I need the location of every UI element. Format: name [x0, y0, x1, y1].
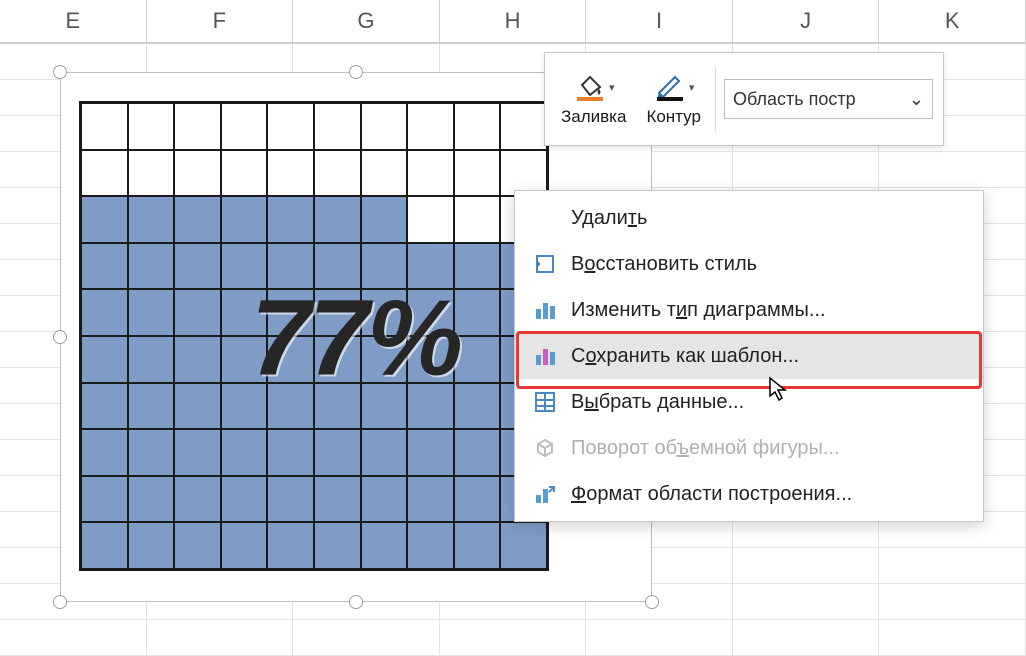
- blank-icon: [533, 206, 557, 230]
- menu-label: Удалить: [571, 207, 647, 230]
- area-label: Область постр: [733, 89, 856, 110]
- chart-area-select[interactable]: Область постр ⌄: [724, 79, 933, 119]
- save-template-icon: [533, 344, 557, 368]
- menu-save-template[interactable]: Сохранить как шаблон...: [515, 333, 983, 379]
- chart-type-icon: [533, 298, 557, 322]
- menu-label: Изменить тип диаграммы...: [571, 299, 826, 322]
- mini-toolbar: ▾ Заливка ▾ Контур Область постр ⌄: [544, 52, 944, 146]
- menu-label: Формат области построения...: [571, 483, 852, 506]
- context-menu: Удалить Восстановить стиль Изменить тип …: [514, 190, 984, 522]
- pen-icon: [653, 73, 687, 101]
- col-header[interactable]: K: [879, 0, 1026, 42]
- menu-3d-rotation: Поворот объемной фигуры...: [515, 425, 983, 471]
- col-header[interactable]: G: [293, 0, 440, 42]
- chevron-down-icon: ⌄: [909, 89, 924, 110]
- menu-label: Поворот объемной фигуры...: [571, 437, 840, 460]
- menu-select-data[interactable]: Выбрать данные...: [515, 379, 983, 425]
- resize-handle-n[interactable]: [349, 65, 363, 79]
- menu-label: Выбрать данные...: [571, 391, 744, 414]
- chevron-down-icon: ▾: [609, 81, 615, 94]
- cube-icon: [533, 436, 557, 460]
- resize-handle-se[interactable]: [645, 595, 659, 609]
- resize-handle-nw[interactable]: [53, 65, 67, 79]
- menu-change-type[interactable]: Изменить тип диаграммы...: [515, 287, 983, 333]
- format-area-icon: [533, 482, 557, 506]
- percent-label: 77%: [251, 275, 461, 400]
- fill-label: Заливка: [561, 107, 626, 127]
- col-header[interactable]: E: [0, 0, 147, 42]
- reset-icon: [533, 252, 557, 276]
- outline-label: Контур: [646, 107, 701, 127]
- resize-handle-w[interactable]: [53, 330, 67, 344]
- fill-button[interactable]: ▾ Заливка: [555, 67, 632, 131]
- col-header[interactable]: F: [147, 0, 294, 42]
- resize-handle-sw[interactable]: [53, 595, 67, 609]
- menu-label: Сохранить как шаблон...: [571, 345, 799, 368]
- separator: [715, 67, 716, 131]
- menu-label: Восстановить стиль: [571, 253, 757, 276]
- resize-handle-s[interactable]: [349, 595, 363, 609]
- outline-button[interactable]: ▾ Контур: [640, 67, 707, 131]
- paint-bucket-icon: [573, 73, 607, 101]
- select-data-icon: [533, 390, 557, 414]
- col-header[interactable]: H: [440, 0, 587, 42]
- menu-delete[interactable]: Удалить: [515, 195, 983, 241]
- menu-format-area[interactable]: Формат области построения...: [515, 471, 983, 517]
- menu-reset-style[interactable]: Восстановить стиль: [515, 241, 983, 287]
- col-header[interactable]: J: [733, 0, 880, 42]
- col-header[interactable]: I: [586, 0, 733, 42]
- column-headers: E F G H I J K: [0, 0, 1026, 44]
- chevron-down-icon: ▾: [689, 81, 695, 94]
